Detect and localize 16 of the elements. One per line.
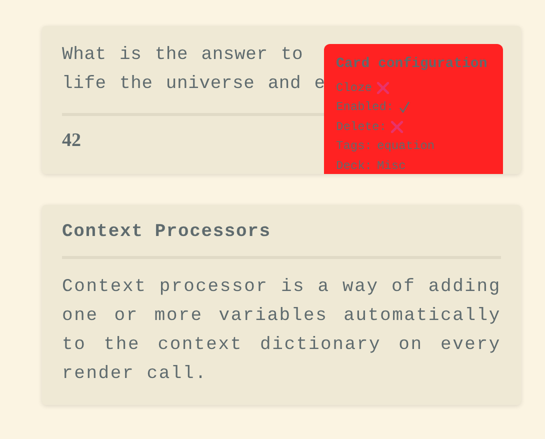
card-title: Context Processors [62,222,271,242]
answer-text: 42 [62,130,81,152]
card-text: Context processor is a way of adding one or more variables automatically to the context dictionary on every render call. [62,276,501,386]
config-label: Deck: [336,158,372,173]
check-icon [398,101,410,114]
popup-title: Card configuration [336,56,488,72]
question-text: life the universe and e [62,73,326,96]
config-label: Delete: [336,120,386,134]
config-label: Cloze [336,80,372,95]
cross-icon [377,82,390,94]
config-value: Misc [377,158,406,173]
config-value: equation [377,139,435,154]
question-text: What is the answer to [62,44,304,67]
config-label: Enabled: [336,100,394,114]
cross-icon [391,120,404,133]
config-label: Tags: [336,139,372,154]
